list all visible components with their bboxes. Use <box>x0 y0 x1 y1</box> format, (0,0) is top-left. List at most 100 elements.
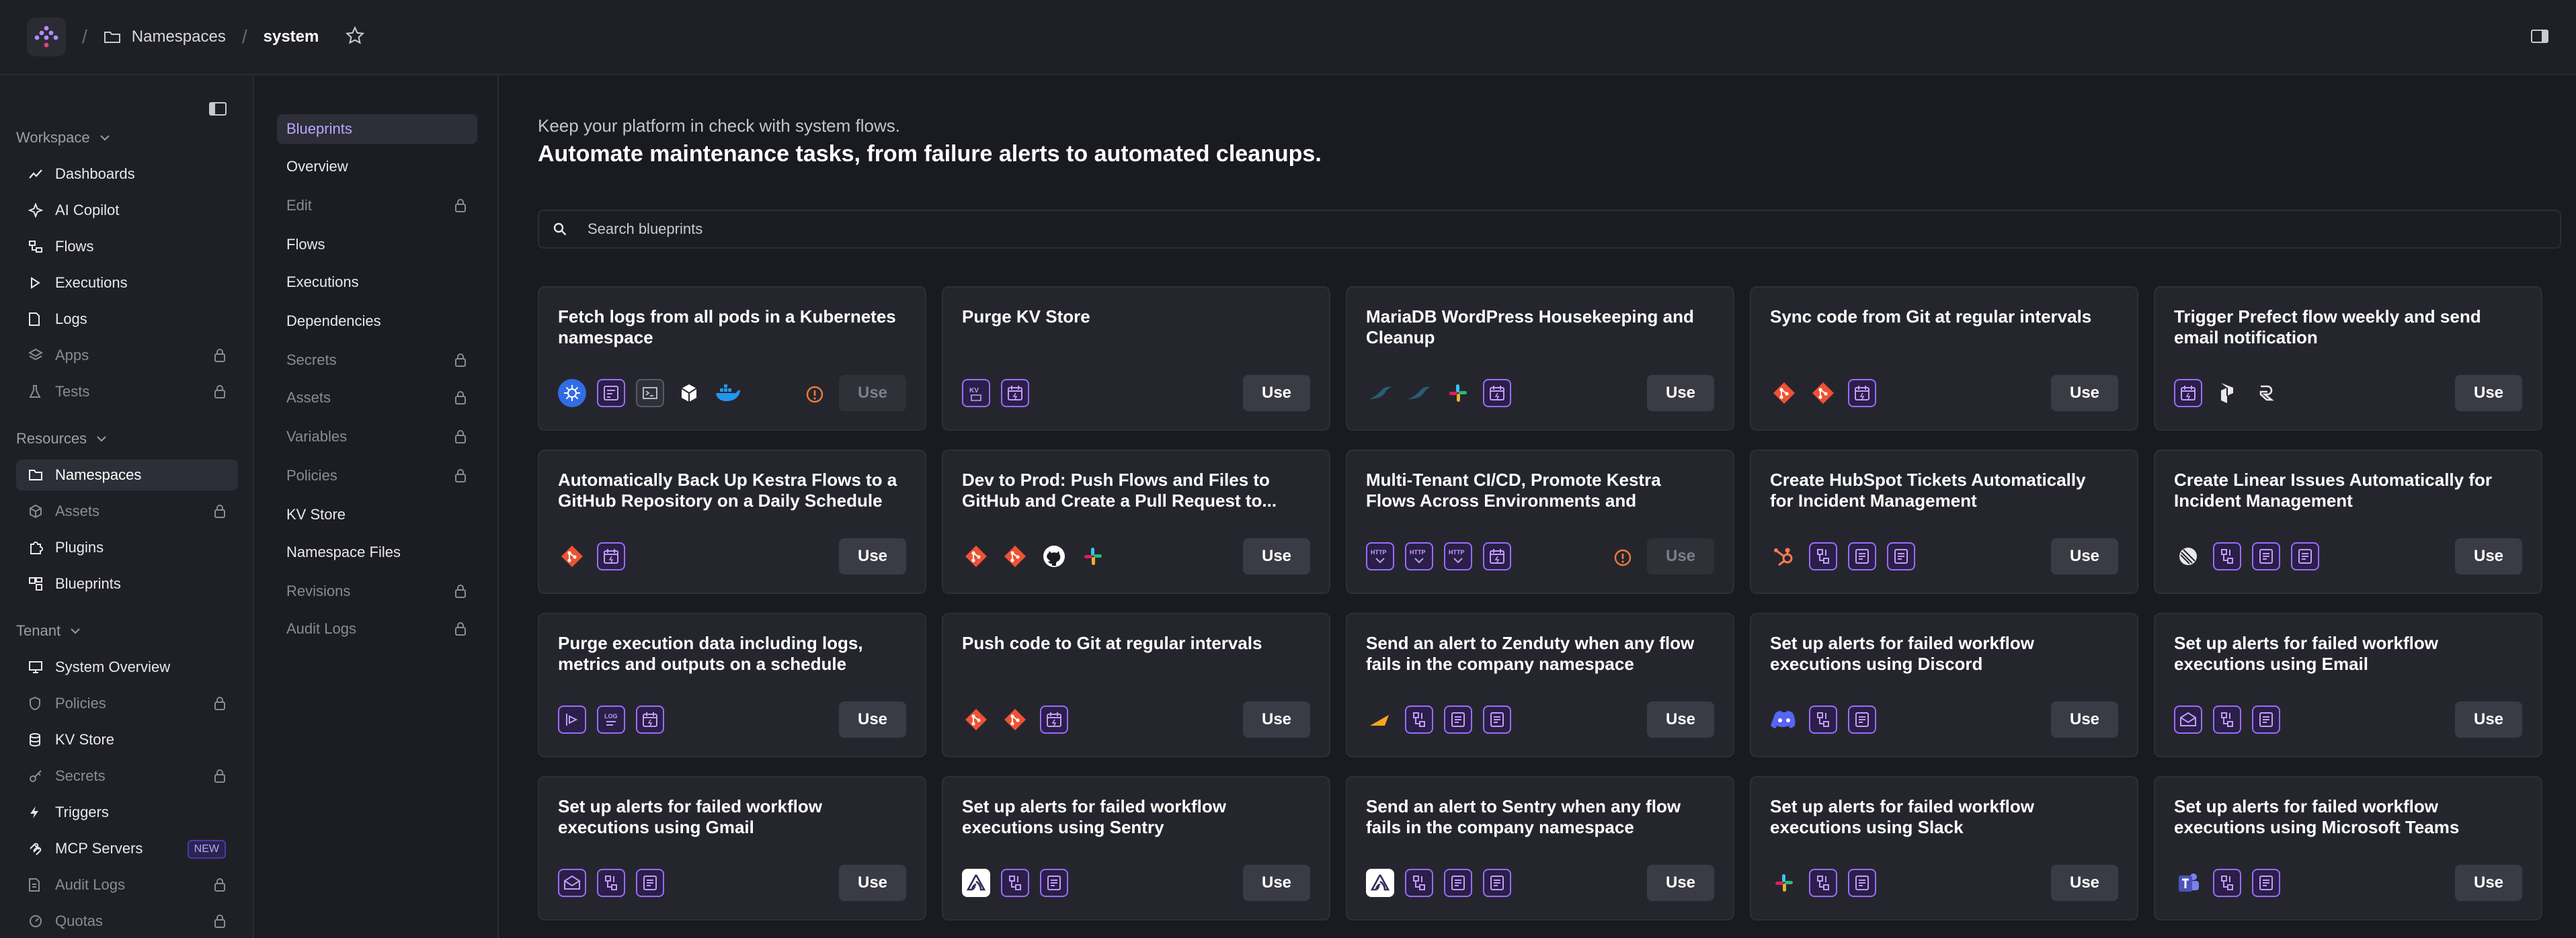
blueprint-card[interactable]: Set up alerts for failed workflow execut… <box>538 776 926 921</box>
subnav-item-overview[interactable]: Overview <box>277 152 477 181</box>
use-blueprint-button[interactable]: Use <box>1243 538 1310 574</box>
section-workspace[interactable]: Workspace <box>16 129 110 146</box>
subnav-item-namespace-files[interactable]: Namespace Files <box>277 538 477 567</box>
right-panel-toggle-icon[interactable] <box>2530 28 2549 48</box>
schedule-icon <box>636 706 675 734</box>
flow-trigger-icon <box>1405 706 1444 734</box>
use-blueprint-button[interactable]: Use <box>839 701 906 738</box>
blueprint-card[interactable]: Set up alerts for failed workflow execut… <box>2154 613 2542 757</box>
sidebar-item-apps[interactable]: Apps <box>16 340 238 371</box>
subnav-item-variables[interactable]: Variables <box>277 422 477 452</box>
use-blueprint-button[interactable]: Use <box>1647 375 1714 411</box>
blueprint-card[interactable]: Fetch logs from all pods in a Kubernetes… <box>538 286 926 431</box>
blueprint-card[interactable]: Sync code from Git at regular intervals U… <box>1750 286 2138 431</box>
use-blueprint-button[interactable]: Use <box>839 375 906 411</box>
breadcrumb-namespaces[interactable]: Namespaces <box>104 28 226 46</box>
use-blueprint-button[interactable]: Use <box>1243 375 1310 411</box>
sidebar-item-tests[interactable]: Tests <box>16 376 238 407</box>
subnav-item-executions[interactable]: Executions <box>277 267 477 297</box>
blueprint-card[interactable]: Push code to Git at regular intervals Use <box>942 613 1330 757</box>
blueprint-card[interactable]: Set up alerts for failed workflow execut… <box>942 776 1330 921</box>
search-input[interactable] <box>588 220 2470 238</box>
sidebar-item-logs[interactable]: Logs <box>16 304 238 335</box>
http-icon: HTTP <box>1444 542 1483 570</box>
blueprint-card[interactable]: Set up alerts for failed workflow execut… <box>1750 613 2138 757</box>
blueprint-card[interactable]: Set up alerts for failed workflow execut… <box>2154 776 2542 921</box>
subnav-item-edit[interactable]: Edit <box>277 191 477 220</box>
use-blueprint-button[interactable]: Use <box>2051 375 2118 411</box>
subnav-item-revisions[interactable]: Revisions <box>277 577 477 606</box>
sidebar-item-quotas[interactable]: Quotas <box>16 906 238 937</box>
section-tenant[interactable]: Tenant <box>16 622 81 640</box>
sidebar-item-audit-logs[interactable]: Audit Logs <box>16 869 238 900</box>
sidebar-item-executions[interactable]: Executions <box>16 267 238 298</box>
use-blueprint-button[interactable]: Use <box>1647 865 1714 901</box>
discord-icon <box>1770 706 1809 734</box>
subnav-item-audit-logs[interactable]: Audit Logs <box>277 614 477 644</box>
sidebar-item-system-overview[interactable]: System Overview <box>16 652 238 683</box>
blueprint-card[interactable]: Purge KV Store KV Use <box>942 286 1330 431</box>
use-blueprint-button[interactable]: Use <box>839 865 906 901</box>
blueprint-plugin-icons <box>1770 379 1887 407</box>
sidebar-item-blueprints[interactable]: Blueprints <box>16 568 238 599</box>
sidebar-item-triggers[interactable]: Triggers <box>16 797 238 828</box>
use-blueprint-button[interactable]: Use <box>2051 865 2118 901</box>
sidebar-item-plugins[interactable]: Plugins <box>16 532 238 563</box>
blueprint-card[interactable]: Send an alert to Sentry when any flow fa… <box>1346 776 1734 921</box>
use-blueprint-button[interactable]: Use <box>2051 538 2118 574</box>
list-icon <box>1483 706 1522 734</box>
use-blueprint-button[interactable]: Use <box>2455 865 2522 901</box>
section-resources[interactable]: Resources <box>16 430 107 447</box>
blueprint-card[interactable]: Automatically Back Up Kestra Flows to a … <box>538 450 926 594</box>
sidebar-item-flows[interactable]: Flows <box>16 231 238 262</box>
subnav-item-policies[interactable]: Policies <box>277 461 477 491</box>
use-blueprint-button[interactable]: Use <box>2455 538 2522 574</box>
blueprint-card[interactable]: Send an alert to Zenduty when any flow f… <box>1346 613 1734 757</box>
collapse-sidebar-icon[interactable] <box>208 101 227 120</box>
use-blueprint-button[interactable]: Use <box>839 538 906 574</box>
sidebar-item-dashboards[interactable]: Dashboards <box>16 159 238 189</box>
use-blueprint-button[interactable]: Use <box>2051 701 2118 738</box>
search-bar[interactable] <box>538 210 2561 249</box>
blueprint-card[interactable]: MariaDB WordPress Housekeeping and Clean… <box>1346 286 1734 431</box>
subnav-item-blueprints[interactable]: Blueprints <box>277 114 477 144</box>
blueprint-card[interactable]: Purge execution data including logs, met… <box>538 613 926 757</box>
blueprint-card[interactable]: Create Linear Issues Automatically for I… <box>2154 450 2542 594</box>
subnav-item-assets[interactable]: Assets <box>277 383 477 413</box>
chevron-down-icon <box>71 628 80 634</box>
blueprint-card[interactable]: Dev to Prod: Push Flows and Files to Git… <box>942 450 1330 594</box>
list-icon <box>2252 542 2291 570</box>
use-blueprint-button[interactable]: Use <box>1647 701 1714 738</box>
sidebar-item-assets[interactable]: Assets <box>16 496 238 527</box>
favorite-star-icon[interactable] <box>346 26 365 48</box>
sidebar-item-secrets[interactable]: Secrets <box>16 761 238 792</box>
kestra-logo[interactable] <box>27 17 66 56</box>
use-blueprint-button[interactable]: Use <box>2455 701 2522 738</box>
blueprint-plugin-icons: KV <box>962 379 1040 407</box>
subnav-item-kv-store[interactable]: KV Store <box>277 500 477 529</box>
subnav-item-secrets[interactable]: Secrets <box>277 345 477 375</box>
resend-icon <box>2252 379 2291 407</box>
schedule-icon <box>1483 379 1522 407</box>
use-blueprint-button[interactable]: Use <box>1647 538 1714 574</box>
sidebar-item-ai-copilot[interactable]: AI Copilot <box>16 195 238 226</box>
sidebar-item-policies[interactable]: Policies <box>16 688 238 719</box>
subnav-item-flows[interactable]: Flows <box>277 230 477 259</box>
use-blueprint-button[interactable]: Use <box>1243 701 1310 738</box>
blueprint-card[interactable]: Multi-Tenant CI/CD, Promote Kestra Flows… <box>1346 450 1734 594</box>
sidebar-item-mcp-servers[interactable]: MCP Servers NEW <box>16 833 238 864</box>
blueprint-card[interactable]: Create HubSpot Tickets Automatically for… <box>1750 450 2138 594</box>
use-blueprint-button[interactable]: Use <box>2455 375 2522 411</box>
use-blueprint-button[interactable]: Use <box>1243 865 1310 901</box>
subnav-item-dependencies[interactable]: Dependencies <box>277 306 477 336</box>
blueprint-icon <box>28 577 46 591</box>
lock-icon <box>454 584 467 603</box>
kestra-task-icon <box>597 379 636 407</box>
sidebar-item-kv-store[interactable]: KV Store <box>16 724 238 755</box>
chevron-down-icon <box>99 135 110 141</box>
blueprint-card[interactable]: Set up alerts for failed workflow execut… <box>1750 776 2138 921</box>
blueprint-card-title: Send an alert to Sentry when any flow fa… <box>1366 796 1681 837</box>
sidebar-item-namespaces[interactable]: Namespaces <box>16 460 238 491</box>
lock-icon <box>214 878 226 896</box>
blueprint-card[interactable]: Trigger Prefect flow weekly and send ema… <box>2154 286 2542 431</box>
